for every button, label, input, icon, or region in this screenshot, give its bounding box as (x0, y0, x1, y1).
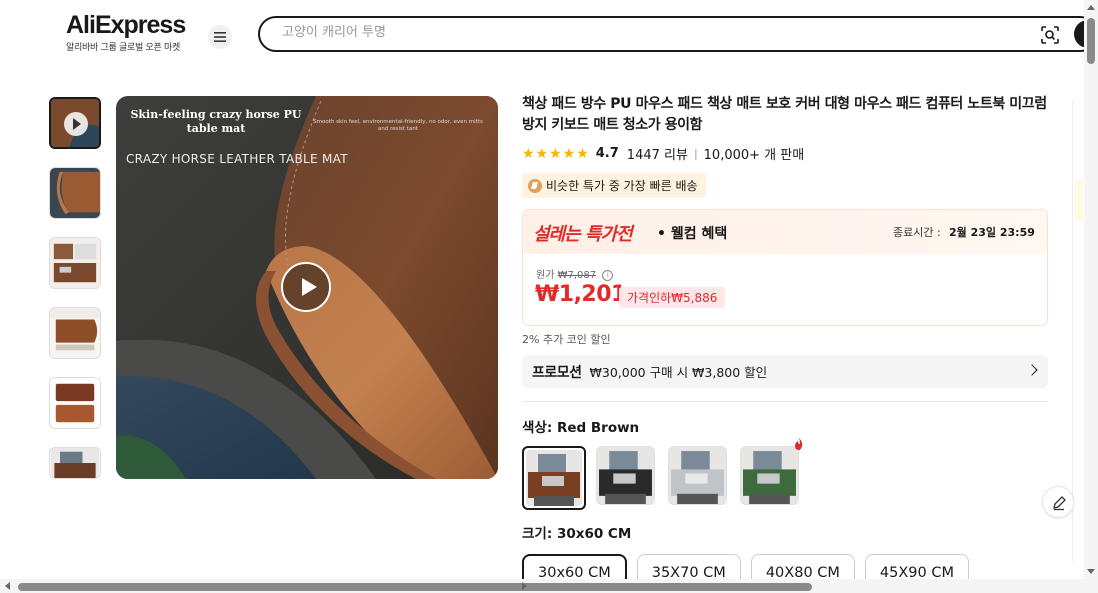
swatch-image (526, 450, 582, 506)
shipping-icon (528, 178, 542, 193)
thumbnail-image (50, 308, 100, 358)
deal-name: 설레는 특가전 (533, 224, 633, 245)
original-price: ₩7,087 (557, 270, 597, 281)
current-price: ₩1,201 (535, 282, 626, 307)
star-rating-icon: ★★★★★ (522, 145, 590, 162)
end-time-value: 2월 23일 23:59 (949, 226, 1035, 239)
deal-header: 설레는 특가전 • 웰컴 혜택 종료시간 : 2월 23일 23:59 (523, 210, 1047, 254)
original-label: 원가 (536, 270, 555, 281)
promotion-tag: 프로모션 (532, 364, 582, 381)
thumbnail-list (49, 97, 101, 497)
product-info: 책상 패드 방수 PU 마우스 패드 책상 매트 보호 커버 대형 마우스 패드… (522, 94, 1048, 592)
fast-shipping-text: 비슷한 특가 중 가장 빠른 배송 (546, 179, 698, 193)
promotion-row[interactable]: 프로모션 ₩30,000 구매 시 ₩3,800 할인 (522, 355, 1048, 388)
thumbnail-3[interactable] (49, 237, 101, 289)
horizontal-scrollbar[interactable] (0, 579, 1098, 593)
discount-badge: 가격인하₩5,886 (619, 287, 726, 308)
video-play-button[interactable] (281, 262, 331, 312)
rating-row: ★★★★★ 4.7 1447 리뷰 | 10,000+ 개 판매 (522, 144, 1048, 164)
deal-box: 설레는 특가전 • 웰컴 혜택 종료시간 : 2월 23일 23:59 원가 ₩… (522, 209, 1048, 326)
end-time-label: 종료시간 : (893, 226, 941, 239)
logo-text: AliExpress (66, 11, 186, 39)
color-option-green[interactable] (740, 446, 799, 505)
edit-button[interactable] (1042, 486, 1074, 518)
thumbnail-image (50, 448, 100, 478)
sold-count: 10,000+ 개 판매 (703, 148, 805, 163)
swatch-image (597, 447, 654, 504)
swatch-image (669, 447, 726, 504)
image-caption: CRAZY HORSE LEATHER TABLE MAT (126, 152, 348, 166)
swatch-image (741, 447, 798, 504)
rating-score: 4.7 (595, 146, 619, 161)
thumbnail-6[interactable] (49, 447, 101, 479)
image-subtitle: Smooth skin feel, environmental-friendly… (313, 119, 483, 132)
search-input[interactable] (282, 25, 982, 40)
divider (522, 401, 1048, 402)
play-icon (64, 112, 88, 136)
pencil-icon (1053, 496, 1066, 511)
image-search-icon[interactable] (1040, 25, 1060, 45)
horizontal-scroll-thumb[interactable] (18, 583, 812, 591)
thumbnail-5[interactable] (49, 377, 101, 429)
color-option-brown[interactable] (522, 446, 586, 510)
hot-fire-icon (795, 438, 803, 450)
thumbnail-video[interactable] (49, 97, 101, 149)
chevron-right-icon (1026, 364, 1038, 376)
fast-shipping-badge: 비슷한 특가 중 가장 빠른 배송 (522, 173, 706, 198)
color-label: 색상: Red Brown (522, 416, 1048, 436)
thumbnail-image (50, 378, 100, 428)
main-product-image[interactable]: Skin-feeling crazy horse PU table mat Sm… (116, 96, 498, 479)
thumbnail-image (50, 168, 100, 218)
coin-discount-note: 2% 추가 코인 할인 (522, 333, 611, 346)
scroll-left-arrow-icon[interactable] (5, 582, 10, 590)
scroll-down-arrow-icon[interactable] (1087, 569, 1095, 574)
color-option-black[interactable] (596, 446, 655, 505)
deal-suffix: • 웰컴 혜택 (657, 226, 728, 242)
hamburger-icon (214, 32, 226, 42)
promotion-text: ₩30,000 구매 시 ₩3,800 할인 (589, 365, 768, 380)
size-label-text: 크기: (522, 526, 553, 542)
size-value: 30x60 CM (556, 526, 632, 542)
thumbnail-4[interactable] (49, 307, 101, 359)
color-label-text: 색상: (522, 420, 553, 436)
aliexpress-logo[interactable]: AliExpress 알리바바 그룹 글로벌 오픈 마켓 (66, 11, 186, 53)
color-options (522, 446, 1048, 510)
thumbnail-2[interactable] (49, 167, 101, 219)
size-label: 크기: 30x60 CM (522, 522, 1048, 542)
product-page: AliExpress 알리바바 그룹 글로벌 오픈 마켓 고양이 캐리어 투명 … (0, 0, 1098, 593)
info-icon[interactable]: i (602, 269, 614, 281)
logo-subtitle: 알리바바 그룹 글로벌 오픈 마켓 (66, 43, 180, 53)
thumbnail-image (50, 238, 100, 288)
color-option-gray[interactable] (668, 446, 727, 505)
original-price-row: 원가 ₩7,087 i (536, 266, 614, 281)
image-title: Skin-feeling crazy horse PU table mat (130, 108, 302, 135)
review-count[interactable]: 1447 리뷰 (627, 144, 688, 163)
scroll-up-arrow-icon[interactable] (1087, 5, 1095, 10)
menu-button[interactable] (208, 25, 232, 49)
search-bar (258, 16, 1098, 52)
vertical-scroll-thumb[interactable] (1087, 18, 1095, 64)
side-panel-highlight (1075, 180, 1083, 220)
product-title: 책상 패드 방수 PU 마우스 패드 책상 매트 보호 커버 대형 마우스 패드… (522, 96, 1047, 133)
separator: | (693, 147, 698, 160)
vertical-scrollbar[interactable] (1084, 0, 1098, 579)
color-value: Red Brown (556, 420, 640, 436)
scroll-right-arrow-icon[interactable] (522, 582, 527, 590)
